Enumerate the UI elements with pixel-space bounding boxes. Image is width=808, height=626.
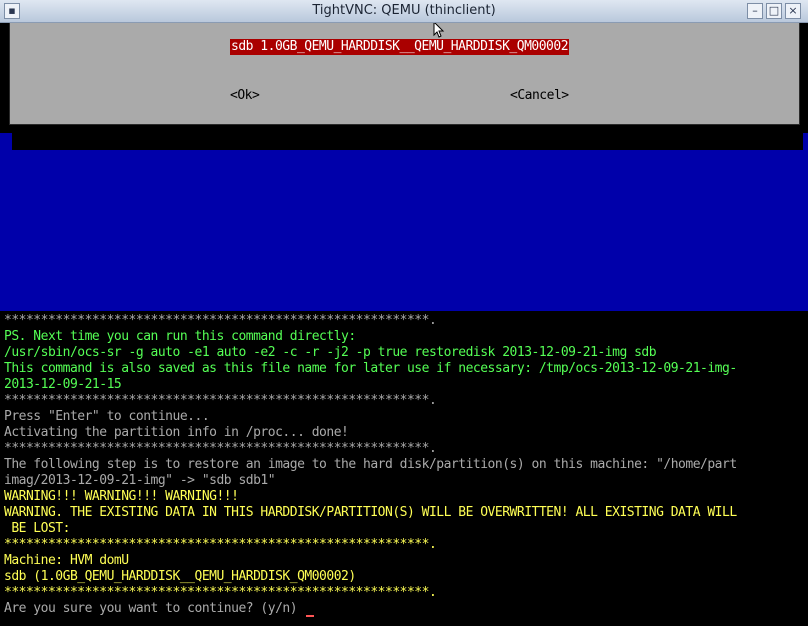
terminal-output: ****************************************… [4, 313, 808, 626]
terminal-line: ****************************************… [4, 313, 437, 328]
terminal-line: Activating the partition info in /proc..… [4, 425, 349, 440]
dialog-shadow-bar [12, 133, 803, 150]
remote-screen[interactable]: sdb 1.0GB_QEMU_HARDDISK__QEMU_HARDDISK_Q… [0, 23, 808, 626]
window-title: TightVNC: QEMU (thinclient) [312, 3, 496, 18]
terminal-line: imag/2013-12-09-21-img" -> "sdb sdb1" [4, 473, 276, 488]
terminal-line: ****************************************… [4, 585, 437, 600]
cancel-button[interactable]: <Cancel> [510, 88, 569, 104]
terminal-line: BE LOST: [4, 521, 70, 536]
maximize-button[interactable]: □ [766, 3, 782, 19]
ok-button[interactable]: <Ok> [230, 88, 260, 104]
terminal-line: Are you sure you want to continue? (y/n) [4, 601, 808, 617]
terminal-line: Machine: HVM domU [4, 553, 129, 568]
terminal-line: WARNING!!! WARNING!!! WARNING!!! [4, 489, 239, 504]
selected-disk-item[interactable]: sdb 1.0GB_QEMU_HARDDISK__QEMU_HARDDISK_Q… [230, 39, 570, 55]
terminal-line: /usr/sbin/ocs-sr -g auto -e1 auto -e2 -c… [4, 345, 657, 360]
mouse-pointer-icon [433, 23, 445, 38]
terminal-line: The following step is to restore an imag… [4, 457, 737, 472]
terminal-line: This command is also saved as this file … [4, 361, 737, 376]
text-cursor [306, 615, 315, 617]
terminal-line: PS. Next time you can run this command d… [4, 329, 356, 344]
terminal-line: sdb (1.0GB_QEMU_HARDDISK__QEMU_HARDDISK_… [4, 569, 356, 584]
terminal-line: Press "Enter" to continue... [4, 409, 210, 424]
minimize-button[interactable]: – [747, 3, 763, 19]
terminal-line: 2013-12-09-21-15 [4, 377, 122, 392]
terminal-line: WARNING. THE EXISTING DATA IN THIS HARDD… [4, 505, 737, 520]
vnc-window: ▪ TightVNC: QEMU (thinclient) – □ × sdb … [0, 0, 808, 626]
disk-selection-dialog: sdb 1.0GB_QEMU_HARDDISK__QEMU_HARDDISK_Q… [9, 23, 800, 125]
dialog-background-band [0, 133, 808, 311]
close-button[interactable]: × [785, 3, 801, 19]
terminal-line: ****************************************… [4, 393, 437, 408]
terminal-line: ****************************************… [4, 441, 437, 456]
terminal-line: ****************************************… [4, 537, 437, 552]
title-bar[interactable]: ▪ TightVNC: QEMU (thinclient) – □ × [0, 0, 808, 23]
